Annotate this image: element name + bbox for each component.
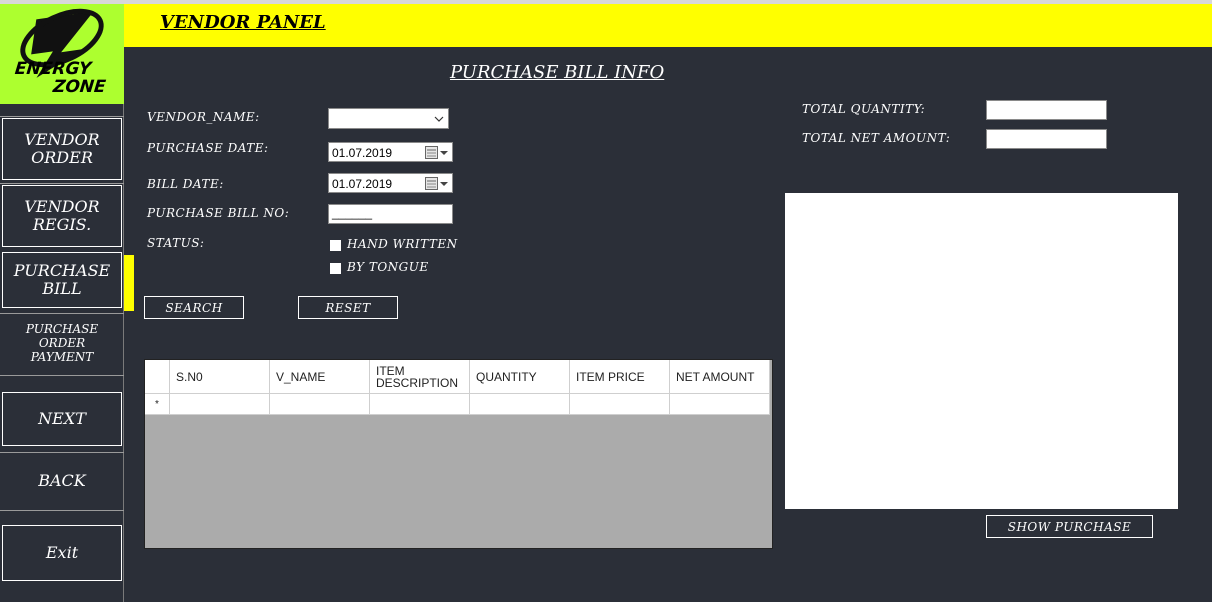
column-header[interactable]: ITEM DESCRIPTION [370,360,470,394]
column-header[interactable]: V_NAME [270,360,370,394]
total-net-amount-field[interactable] [986,129,1107,149]
sidebar-divider [0,313,124,314]
calendar-icon [425,177,448,190]
new-row-marker: * [145,394,170,415]
total-net-amount-label: TOTAL NET AMOUNT: [802,131,951,145]
chevron-down-icon [434,116,444,122]
next-button[interactable]: NEXT [2,392,122,446]
calendar-icon [425,146,448,159]
status-label: STATUS: [147,236,205,250]
vendor-name-dropdown[interactable] [328,108,449,129]
purchase-bill-no-input[interactable]: ______ [328,204,453,224]
vendor-name-label: VENDOR_NAME: [147,110,260,124]
hand-written-label: HAND WRITTEN [347,237,458,251]
sidebar-item-vendor-regis[interactable]: VENDOR REGIS. [2,185,122,247]
sidebar-item-vendor-order[interactable]: VENDOR ORDER [2,118,122,180]
back-button[interactable]: BACK [2,455,122,507]
by-tongue-label: BY TONGUE [347,260,429,274]
by-tongue-checkbox[interactable] [330,263,341,274]
sidebar-item-label: PURCHASE ORDER PAYMENT [25,322,99,364]
sidebar-item-label: VENDOR REGIS. [24,196,100,234]
sidebar-item-label: VENDOR ORDER [24,129,100,167]
sidebar-divider [0,510,124,511]
purchase-date-value: 01.07.2019 [332,146,393,160]
page-title: PURCHASE BILL INFO [450,62,665,83]
bill-date-picker[interactable]: 01.07.2019 [328,173,453,193]
logo-text-line2: ZONE [52,77,107,97]
purchase-date-picker[interactable]: 01.07.2019 [328,142,453,162]
purchase-preview-panel [785,193,1178,509]
table-cell[interactable] [570,394,670,415]
table-cell[interactable] [470,394,570,415]
reset-button-label: RESET [325,300,371,315]
purchase-date-label: PURCHASE DATE: [147,141,269,155]
table-cell[interactable] [370,394,470,415]
column-header[interactable]: NET AMOUNT [670,360,770,394]
sidebar-item-label: PURCHASE BILL [13,260,111,298]
table-cell[interactable] [170,394,270,415]
total-quantity-field[interactable] [986,100,1107,120]
bill-date-label: BILL DATE: [147,177,224,191]
column-header[interactable]: ITEM PRICE [570,360,670,394]
reset-button[interactable]: RESET [298,296,398,319]
purchase-data-grid[interactable]: S.N0 V_NAME ITEM DESCRIPTION QUANTITY IT… [144,359,773,549]
bill-date-value: 01.07.2019 [332,177,393,191]
search-button[interactable]: SEARCH [144,296,244,319]
hand-written-checkbox[interactable] [330,240,341,251]
total-quantity-label: TOTAL QUANTITY: [802,102,926,116]
sidebar-divider [0,375,124,376]
exit-button[interactable]: Exit [2,525,122,581]
sidebar-divider [0,183,124,184]
row-header-corner [145,360,170,394]
sidebar-divider [0,452,124,453]
sidebar-item-purchase-order-payment[interactable]: PURCHASE ORDER PAYMENT [2,316,122,372]
search-button-label: SEARCH [165,300,223,315]
show-purchase-label: SHOW PURCHASE [1007,519,1132,534]
back-button-label: BACK [38,470,86,490]
table-cell[interactable] [270,394,370,415]
active-indicator [124,255,134,311]
energy-zone-logo: ENERGY ZONE [0,4,124,104]
table-cell[interactable] [670,394,770,415]
logo-text-line1: ENERGY [13,59,93,79]
exit-button-label: Exit [45,542,79,562]
purchase-bill-no-label: PURCHASE BILL NO: [147,206,290,220]
panel-title: VENDOR PANEL [160,12,326,33]
column-header[interactable]: S.N0 [170,360,270,394]
bill-no-value: ______ [332,206,373,220]
next-button-label: NEXT [38,408,86,428]
show-purchase-button[interactable]: SHOW PURCHASE [986,515,1153,538]
sidebar-item-purchase-bill[interactable]: PURCHASE BILL [2,252,122,308]
column-header[interactable]: QUANTITY [470,360,570,394]
sidebar-divider [0,116,124,117]
